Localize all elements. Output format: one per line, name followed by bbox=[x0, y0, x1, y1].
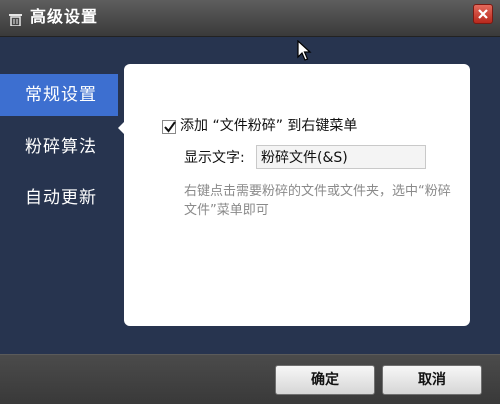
nav-item-label: 粉碎算法 bbox=[25, 137, 97, 157]
nav-item-auto-update[interactable]: 自动更新 bbox=[0, 177, 120, 219]
hint-text: 右键点击需要粉碎的文件或文件夹，选中“粉碎文件”菜单即可 bbox=[184, 184, 451, 218]
window-title: 高级设置 bbox=[30, 7, 99, 26]
mouse-cursor-icon bbox=[297, 40, 312, 61]
display-text-label: 显示文字: bbox=[184, 150, 245, 166]
nav-item-label: 常规设置 bbox=[25, 85, 97, 105]
advanced-settings-window: 高级设置 常规设置 粉碎算法 自动更新 添加 “文件粉碎” 到右键菜单 显示文字… bbox=[0, 0, 500, 404]
ok-button[interactable]: 确定 bbox=[275, 365, 375, 395]
display-text-input[interactable] bbox=[256, 145, 426, 169]
title-bar[interactable]: 高级设置 bbox=[0, 0, 500, 37]
footer-bar: 确定 取消 bbox=[0, 354, 500, 404]
trash-icon bbox=[9, 11, 22, 27]
nav-item-shred-algorithm[interactable]: 粉碎算法 bbox=[0, 126, 120, 168]
context-menu-checkbox-label[interactable]: 添加 “文件粉碎” 到右键菜单 bbox=[180, 116, 357, 136]
cancel-button[interactable]: 取消 bbox=[382, 365, 482, 395]
nav-item-general[interactable]: 常规设置 bbox=[0, 74, 118, 116]
checkmark-icon bbox=[164, 121, 176, 133]
context-menu-checkbox[interactable] bbox=[162, 120, 176, 134]
close-button[interactable] bbox=[473, 4, 493, 24]
nav-item-label: 自动更新 bbox=[25, 188, 97, 208]
settings-nav: 常规设置 粉碎算法 自动更新 bbox=[0, 37, 126, 354]
general-settings-panel: 添加 “文件粉碎” 到右键菜单 显示文字: 右键点击需要粉碎的文件或文件夹，选中… bbox=[124, 64, 470, 326]
close-icon bbox=[478, 9, 488, 19]
